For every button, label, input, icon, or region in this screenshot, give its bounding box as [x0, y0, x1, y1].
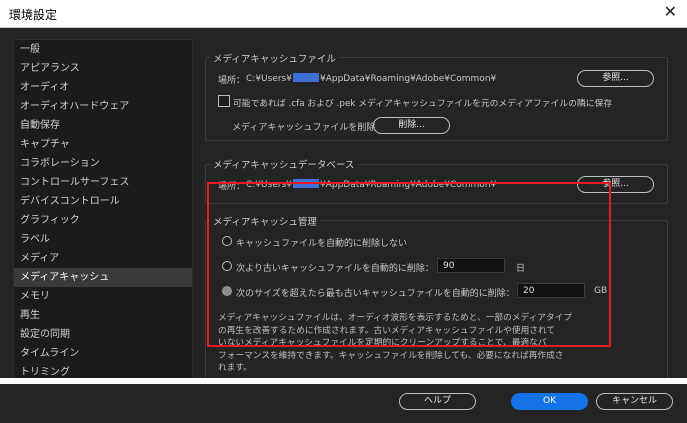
sidebar-item-auto-save[interactable]: 自動保存 — [14, 116, 192, 135]
highlight-box — [207, 182, 611, 347]
browse-cache-files-button[interactable]: 参照... — [577, 70, 654, 87]
sidebar-item-media-cache[interactable]: メディアキャッシュ — [14, 268, 192, 287]
delete-cache-files-label: メディアキャッシュファイルを削除 — [232, 123, 376, 133]
sidebar-item-general[interactable]: 一般 — [14, 40, 192, 59]
sidebar-item-playback[interactable]: 再生 — [14, 306, 192, 325]
help-button[interactable]: ヘルプ — [399, 393, 476, 410]
sidebar-item-collaboration[interactable]: コラボレーション — [14, 154, 192, 173]
sidebar-item-appearance[interactable]: アピアランス — [14, 59, 192, 78]
sidebar-item-memory[interactable]: メモリ — [14, 287, 192, 306]
cache-location-path: C:¥Users¥ ¥AppData¥Roaming¥Adobe¥Common¥ — [246, 73, 496, 84]
preferences-sidebar: 一般 アピアランス オーディオ オーディオハードウェア 自動保存 キャプチャ コ… — [13, 39, 193, 381]
description-line: フォーマンスを維持できます。キャッシュファイルを削除しても、必要になれば再作成さ — [218, 350, 564, 361]
media-cache-files-title: メディアキャッシュファイル — [210, 51, 339, 65]
sidebar-item-timeline[interactable]: タイムライン — [14, 344, 192, 363]
sidebar-item-control-surface[interactable]: コントロールサーフェス — [14, 173, 192, 192]
save-next-to-originals-checkbox[interactable] — [218, 95, 230, 107]
delete-cache-files-button[interactable]: 削除... — [373, 117, 450, 134]
path-suffix: ¥AppData¥Roaming¥Adobe¥Common¥ — [319, 74, 497, 84]
sidebar-item-device-control[interactable]: デバイスコントロール — [14, 192, 192, 211]
dialog-footer: ヘルプ OK キャンセル — [0, 384, 687, 423]
media-cache-database-title: メディアキャッシュデータベース — [210, 157, 358, 171]
sidebar-item-capture[interactable]: キャプチャ — [14, 135, 192, 154]
sidebar-item-graphics[interactable]: グラフィック — [14, 211, 192, 230]
sidebar-item-audio[interactable]: オーディオ — [14, 78, 192, 97]
close-icon[interactable]: ✕ — [664, 3, 677, 21]
sidebar-item-media[interactable]: メディア — [14, 249, 192, 268]
sidebar-item-audio-hardware[interactable]: オーディオハードウェア — [14, 97, 192, 116]
ok-button[interactable]: OK — [511, 393, 588, 410]
sidebar-item-sync-settings[interactable]: 設定の同期 — [14, 325, 192, 344]
save-next-to-originals-label: 可能であれば .cfa および .pek メディアキャッシュファイルを元のメディ… — [233, 99, 613, 109]
description-line: れます。 — [218, 363, 252, 373]
cache-location-label: 場所： — [218, 76, 246, 86]
redacted-username — [292, 73, 319, 82]
title-bar: 環境設定 ✕ — [0, 0, 687, 28]
window-title: 環境設定 — [9, 8, 58, 22]
sidebar-item-labels[interactable]: ラベル — [14, 230, 192, 249]
cancel-button[interactable]: キャンセル — [596, 393, 673, 410]
path-prefix: C:¥Users¥ — [246, 74, 292, 84]
